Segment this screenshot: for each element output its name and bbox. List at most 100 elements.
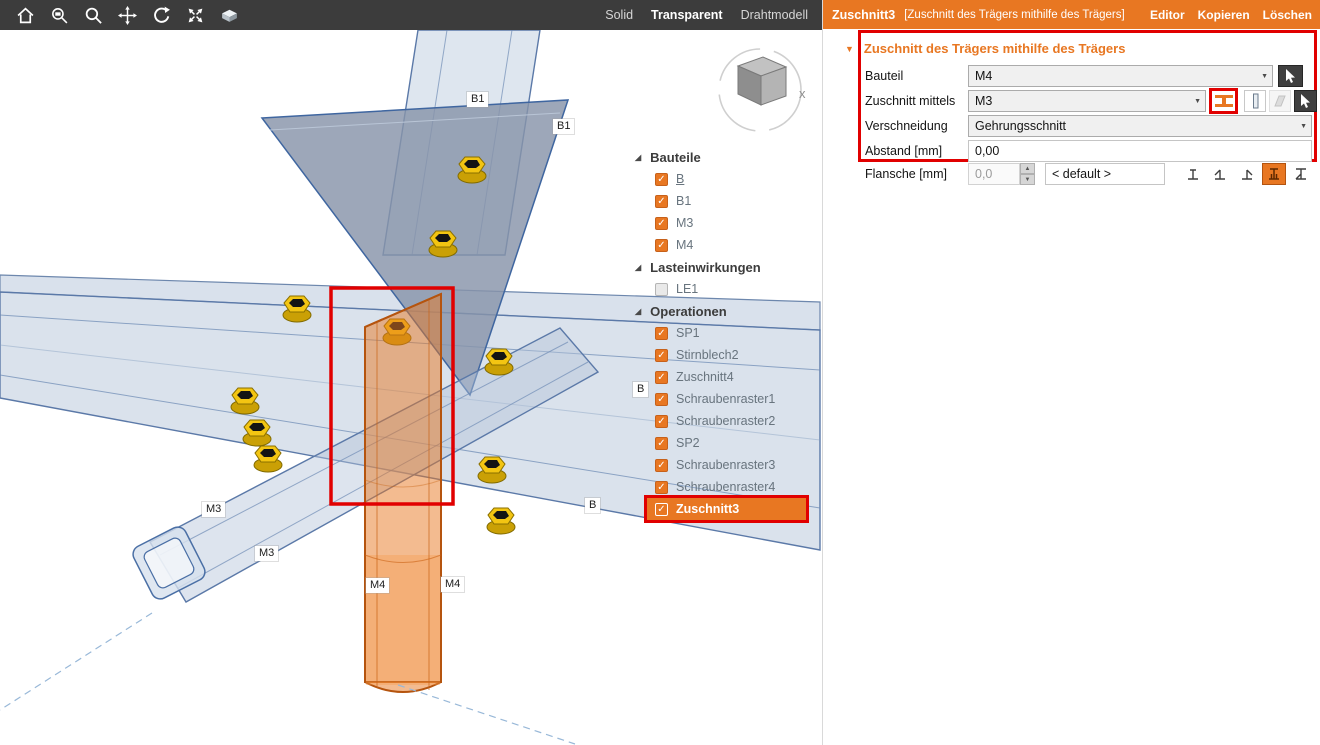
tree-item-stirnblech2[interactable]: Stirnblech2 bbox=[628, 344, 818, 366]
tree-item-b1[interactable]: B1 bbox=[628, 190, 818, 212]
tree-item-b[interactable]: B bbox=[628, 168, 818, 190]
pan-button[interactable] bbox=[110, 0, 144, 30]
member-label-m3-b: M3 bbox=[255, 546, 278, 561]
panel-actions: Editor Kopieren Löschen bbox=[1150, 8, 1312, 22]
home-button[interactable] bbox=[8, 0, 42, 30]
member-label-m4-a: M4 bbox=[366, 578, 389, 593]
abstand-input[interactable]: 0,00 bbox=[968, 140, 1312, 162]
rotate-button[interactable] bbox=[144, 0, 178, 30]
checkbox[interactable] bbox=[655, 481, 668, 494]
flange-cut-notch-button[interactable] bbox=[1262, 163, 1286, 185]
expander-icon[interactable]: ◢ bbox=[635, 263, 641, 272]
stepper-up-icon[interactable]: ▲ bbox=[1020, 163, 1035, 174]
expander-icon[interactable]: ◢ bbox=[635, 153, 641, 162]
checkbox[interactable] bbox=[655, 327, 668, 340]
verschneidung-value: Gehrungsschnitt bbox=[975, 119, 1066, 133]
flange-cut-chamfer-left-button[interactable] bbox=[1208, 163, 1232, 185]
cut-by-plate-button[interactable] bbox=[1244, 90, 1266, 112]
checkbox[interactable] bbox=[655, 173, 668, 186]
view-cube[interactable]: x bbox=[719, 49, 806, 131]
checkbox[interactable] bbox=[655, 349, 668, 362]
tree-item-label: B1 bbox=[676, 194, 691, 208]
operation-title: Zuschnitt3 bbox=[832, 8, 895, 22]
tree-item-sp2[interactable]: SP2 bbox=[628, 432, 818, 454]
tree-item-sp1[interactable]: SP1 bbox=[628, 322, 818, 344]
expander-icon[interactable]: ◢ bbox=[635, 307, 641, 316]
tree-item-zuschnitt3[interactable]: Zuschnitt3 bbox=[647, 498, 806, 520]
checkbox[interactable] bbox=[655, 371, 668, 384]
delete-button[interactable]: Löschen bbox=[1263, 8, 1312, 22]
surface-icon bbox=[1272, 93, 1288, 109]
tree-item-zuschnitt4[interactable]: Zuschnitt4 bbox=[628, 366, 818, 388]
tree-item-label: M3 bbox=[676, 216, 693, 230]
flansche-stepper[interactable]: ▲ ▼ bbox=[1020, 163, 1035, 185]
checkbox[interactable] bbox=[655, 503, 668, 516]
view-mode-switch: Solid Transparent Drahtmodell bbox=[605, 8, 808, 22]
tree-item-label: B bbox=[676, 172, 684, 186]
editor-button[interactable]: Editor bbox=[1150, 8, 1185, 22]
collapse-arrow-icon[interactable]: ▼ bbox=[845, 44, 854, 54]
checkbox[interactable] bbox=[655, 393, 668, 406]
member-label-b-b: B bbox=[585, 498, 600, 513]
copy-button[interactable]: Kopieren bbox=[1198, 8, 1250, 22]
viewport-toolbar: Solid Transparent Drahtmodell bbox=[0, 0, 822, 30]
checkbox[interactable] bbox=[655, 239, 668, 252]
properties-panel: Zuschnitt3 [Zuschnitt des Trägers mithil… bbox=[822, 0, 1320, 745]
model-tree: ◢ Bauteile B B1 M3 M4 ◢ Lasteinwirkung bbox=[628, 146, 818, 520]
cursor-icon bbox=[1299, 94, 1312, 109]
form-row-bauteil: Bauteil M4 ▼ bbox=[823, 65, 1320, 87]
field-label-zuschnitt-mittels: Zuschnitt mittels bbox=[865, 90, 955, 112]
tree-item-le1[interactable]: LE1 bbox=[628, 278, 818, 300]
tree-item-label: Schraubenraster2 bbox=[676, 414, 775, 428]
checkbox[interactable] bbox=[655, 283, 668, 296]
checkbox[interactable] bbox=[655, 437, 668, 450]
tree-item-m4[interactable]: M4 bbox=[628, 234, 818, 256]
fit-view-button[interactable] bbox=[178, 0, 212, 30]
tree-item-m3[interactable]: M3 bbox=[628, 212, 818, 234]
checkbox[interactable] bbox=[655, 195, 668, 208]
tree-group-lasteinwirkungen[interactable]: ◢ Lasteinwirkungen bbox=[628, 256, 818, 278]
field-label-flansche: Flansche [mm] bbox=[865, 163, 947, 185]
section-header[interactable]: ▼ Zuschnitt des Trägers mithilfe des Trä… bbox=[845, 41, 1125, 56]
abstand-value: 0,00 bbox=[975, 144, 999, 158]
view-mode-solid[interactable]: Solid bbox=[605, 8, 633, 22]
bauteil-select[interactable]: M4 ▼ bbox=[968, 65, 1273, 87]
tree-item-label: M4 bbox=[676, 238, 693, 252]
stepper-down-icon[interactable]: ▼ bbox=[1020, 174, 1035, 185]
chevron-down-icon: ▼ bbox=[1300, 123, 1307, 130]
cut-by-beam-button[interactable] bbox=[1209, 88, 1238, 114]
checkbox[interactable] bbox=[655, 415, 668, 428]
form-row-zuschnitt-mittels: Zuschnitt mittels M3 ▼ bbox=[823, 90, 1320, 112]
tree-item-label: SP1 bbox=[676, 326, 700, 340]
pick-member-button[interactable] bbox=[1278, 65, 1303, 87]
zoom-button[interactable] bbox=[76, 0, 110, 30]
verschneidung-select[interactable]: Gehrungsschnitt ▼ bbox=[968, 115, 1312, 137]
display-box-button[interactable] bbox=[212, 0, 246, 30]
flange-cut-straight-button[interactable] bbox=[1181, 163, 1205, 185]
flansche-default-value: < default > bbox=[1052, 167, 1111, 181]
flange-cut-chamfer-right-button[interactable] bbox=[1235, 163, 1259, 185]
viewport-3d[interactable]: x B1 B1 M3 M3 M4 M4 B B ◢ Bauteile B B1 bbox=[0, 30, 822, 745]
flange-cut-full-button[interactable] bbox=[1289, 163, 1313, 185]
tree-group-operationen[interactable]: ◢ Operationen bbox=[628, 300, 818, 322]
beam-icon bbox=[1215, 95, 1233, 108]
tree-item-schraubenraster3[interactable]: Schraubenraster3 bbox=[628, 454, 818, 476]
pick-cutting-member-button[interactable] bbox=[1294, 90, 1317, 112]
construction-axes bbox=[0, 613, 575, 744]
tree-item-schraubenraster4[interactable]: Schraubenraster4 bbox=[628, 476, 818, 498]
view-mode-wireframe[interactable]: Drahtmodell bbox=[741, 8, 808, 22]
view-mode-transparent[interactable]: Transparent bbox=[651, 8, 723, 22]
checkbox[interactable] bbox=[655, 459, 668, 472]
zoom-window-button[interactable] bbox=[42, 0, 76, 30]
member-m4-highlighted[interactable] bbox=[365, 294, 441, 692]
flansche-input[interactable]: 0,0 bbox=[968, 163, 1020, 185]
flansche-default-select[interactable]: < default > bbox=[1045, 163, 1165, 185]
checkbox[interactable] bbox=[655, 217, 668, 230]
zuschnitt-mittels-value: M3 bbox=[975, 94, 992, 108]
flansche-value: 0,0 bbox=[975, 167, 992, 181]
bauteil-value: M4 bbox=[975, 69, 992, 83]
tree-item-schraubenraster2[interactable]: Schraubenraster2 bbox=[628, 410, 818, 432]
tree-item-schraubenraster1[interactable]: Schraubenraster1 bbox=[628, 388, 818, 410]
tree-group-bauteile[interactable]: ◢ Bauteile bbox=[628, 146, 818, 168]
zuschnitt-mittels-select[interactable]: M3 ▼ bbox=[968, 90, 1206, 112]
